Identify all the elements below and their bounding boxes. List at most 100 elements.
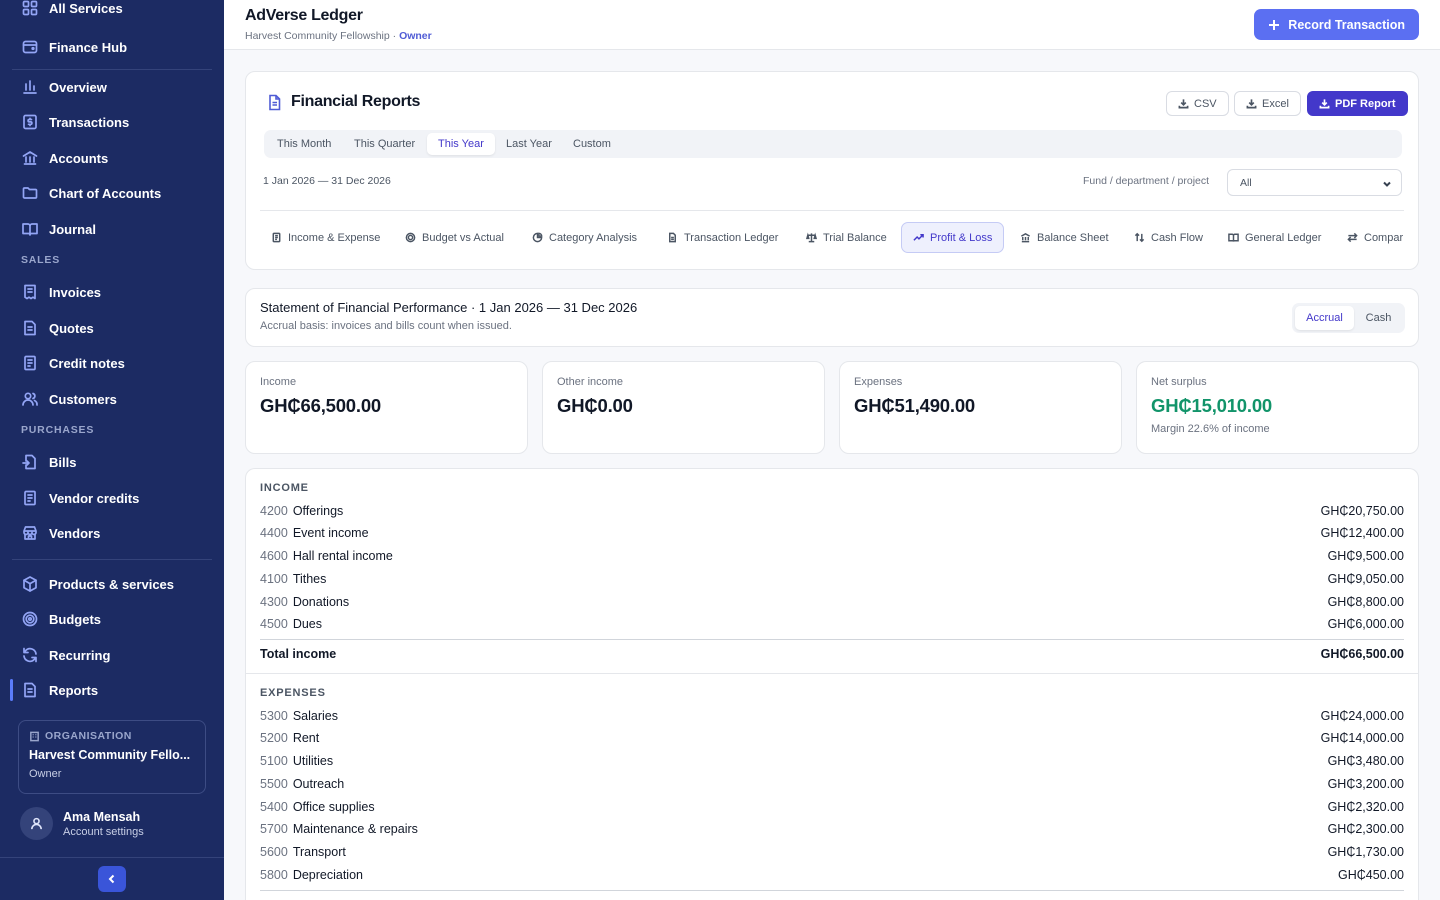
- sidebar-item-budgets[interactable]: Budgets: [12, 604, 212, 634]
- account-name: Transport: [292, 845, 346, 859]
- account-code: 5300: [260, 709, 288, 723]
- sidebar-item-vendor-credits[interactable]: Vendor credits: [12, 483, 212, 513]
- table-row[interactable]: 4100 Tithes GH₵9,050.00: [260, 572, 1404, 592]
- sidebar-item-customers[interactable]: Customers: [12, 384, 212, 414]
- user-profile[interactable]: Ama Mensah Account settings: [20, 807, 144, 840]
- sidebar-item-label: Transactions: [49, 114, 130, 130]
- table-row[interactable]: 5700 Maintenance & repairs GH₵2,300.00: [260, 822, 1404, 842]
- account-code: 5400: [260, 800, 288, 814]
- table-row[interactable]: 5100 Utilities GH₵3,480.00: [260, 754, 1404, 774]
- account-code: 4600: [260, 549, 288, 563]
- account-code: 5700: [260, 822, 288, 836]
- sidebar-item-label: Vendors: [49, 525, 101, 541]
- tab-compare[interactable]: Compar: [1336, 222, 1404, 253]
- export-pdf-button[interactable]: PDF Report: [1307, 91, 1408, 116]
- tab-trial-balance[interactable]: Trial Balance: [795, 222, 898, 253]
- account-code: 5800: [260, 868, 288, 882]
- download-icon: [1319, 99, 1330, 109]
- organisation-card[interactable]: ORGANISATION Harvest Community Fello... …: [18, 720, 206, 794]
- account-settings-link[interactable]: Account settings: [63, 826, 144, 838]
- sales-section-label: SALES: [21, 254, 61, 266]
- divider: [260, 210, 1404, 211]
- chevron-down-icon: [1383, 181, 1391, 187]
- table-row[interactable]: 4300 Donations GH₵8,800.00: [260, 595, 1404, 615]
- stat-value: GH₵0.00: [557, 395, 633, 416]
- plus-icon: [1269, 19, 1280, 30]
- sidebar-item-products-services[interactable]: Products & services: [12, 569, 212, 599]
- period-tab-this-month[interactable]: This Month: [266, 133, 342, 155]
- note-icon: [21, 354, 39, 372]
- sidebar-item-invoices[interactable]: Invoices: [12, 277, 212, 307]
- record-transaction-button[interactable]: Record Transaction: [1254, 9, 1419, 40]
- collapse-sidebar-button[interactable]: [98, 866, 126, 892]
- sidebar-item-quotes[interactable]: Quotes: [12, 313, 212, 343]
- account-amount: GH₵2,320.00: [1327, 800, 1404, 814]
- table-row[interactable]: 5300 Salaries GH₵24,000.00: [260, 709, 1404, 729]
- account-name: Event income: [292, 526, 369, 540]
- table-row[interactable]: 4400 Event income GH₵12,400.00: [260, 526, 1404, 546]
- account-name: Hall rental income: [292, 549, 393, 563]
- period-tab-custom[interactable]: Custom: [562, 133, 622, 155]
- tab-general-ledger[interactable]: General Ledger: [1217, 222, 1332, 253]
- scale-icon: [806, 232, 817, 243]
- account-code: 4200: [260, 504, 288, 518]
- sidebar-item-label: Overview: [49, 79, 107, 95]
- basis-cash-option[interactable]: Cash: [1355, 306, 1402, 330]
- divider: [260, 639, 1404, 640]
- table-row[interactable]: 4200 Offerings GH₵20,750.00: [260, 504, 1404, 524]
- tab-transaction-ledger[interactable]: Transaction Ledger: [656, 222, 789, 253]
- table-row[interactable]: 4500 Dues GH₵6,000.00: [260, 617, 1404, 637]
- table-row[interactable]: 5800 Depreciation GH₵450.00: [260, 868, 1404, 888]
- sidebar-item-all-services[interactable]: All Services: [12, 0, 212, 23]
- table-row[interactable]: 5400 Office supplies GH₵2,320.00: [260, 800, 1404, 820]
- sidebar-item-recurring[interactable]: Recurring: [12, 640, 212, 670]
- export-excel-button[interactable]: Excel: [1234, 91, 1301, 116]
- sidebar-item-accounts[interactable]: Accounts: [12, 143, 212, 173]
- sidebar-item-reports[interactable]: Reports: [10, 675, 212, 705]
- sidebar-item-vendors[interactable]: Vendors: [12, 518, 212, 548]
- sidebar-item-bills[interactable]: Bills: [12, 447, 212, 477]
- account-code: 5500: [260, 777, 288, 791]
- total-income-row: Total income GH₵66,500.00: [260, 647, 1404, 661]
- stat-label: Income: [260, 376, 297, 388]
- basis-accrual-option[interactable]: Accrual: [1295, 306, 1354, 330]
- statement-subtitle: Accrual basis: invoices and bills count …: [260, 320, 512, 332]
- account-amount: GH₵2,300.00: [1327, 822, 1404, 836]
- sidebar-item-credit-notes[interactable]: Credit notes: [12, 348, 212, 378]
- account-name: Tithes: [292, 572, 327, 586]
- download-icon: [1246, 99, 1257, 109]
- tab-profit-loss[interactable]: Profit & Loss: [901, 222, 1005, 253]
- sidebar-item-label: Chart of Accounts: [49, 185, 162, 201]
- sidebar-item-finance-hub[interactable]: Finance Hub: [12, 32, 212, 62]
- basis-toggle: Accrual Cash: [1292, 303, 1405, 333]
- export-csv-button[interactable]: CSV: [1166, 91, 1229, 116]
- building-icon: [30, 731, 39, 741]
- table-row[interactable]: 5500 Outreach GH₵3,200.00: [260, 777, 1404, 797]
- table-row[interactable]: 5200 Rent GH₵14,000.00: [260, 731, 1404, 751]
- sidebar-item-journal[interactable]: Journal: [12, 214, 212, 244]
- account-amount: GH₵6,000.00: [1327, 617, 1404, 631]
- account-name: Utilities: [292, 754, 334, 768]
- fund-filter-select[interactable]: All: [1227, 169, 1402, 196]
- sidebar-item-transactions[interactable]: Transactions: [12, 107, 212, 137]
- statement-title: Statement of Financial Performance · 1 J…: [260, 300, 638, 315]
- sidebar-divider: [12, 559, 212, 560]
- tab-income-expense[interactable]: Income & Expense: [260, 222, 391, 253]
- tab-cash-flow[interactable]: Cash Flow: [1123, 222, 1214, 253]
- period-tab-last-year[interactable]: Last Year: [495, 133, 563, 155]
- account-code: 5100: [260, 754, 288, 768]
- account-code: 4100: [260, 572, 288, 586]
- sidebar-item-chart-of-accounts[interactable]: Chart of Accounts: [12, 178, 212, 208]
- sidebar-item-overview[interactable]: Overview: [12, 72, 212, 102]
- stat-label: Expenses: [854, 376, 903, 388]
- table-row[interactable]: 4600 Hall rental income GH₵9,500.00: [260, 549, 1404, 569]
- app-title: AdVerse Ledger: [245, 7, 363, 24]
- period-tab-this-quarter[interactable]: This Quarter: [343, 133, 426, 155]
- tab-budget-vs-actual[interactable]: Budget vs Actual: [394, 222, 515, 253]
- tab-balance-sheet[interactable]: Balance Sheet: [1009, 222, 1120, 253]
- total-amount: GH₵66,500.00: [1320, 647, 1404, 661]
- account-name: Rent: [292, 731, 320, 745]
- tab-category-analysis[interactable]: Category Analysis: [521, 222, 648, 253]
- period-tab-this-year[interactable]: This Year: [427, 133, 495, 155]
- table-row[interactable]: 5600 Transport GH₵1,730.00: [260, 845, 1404, 865]
